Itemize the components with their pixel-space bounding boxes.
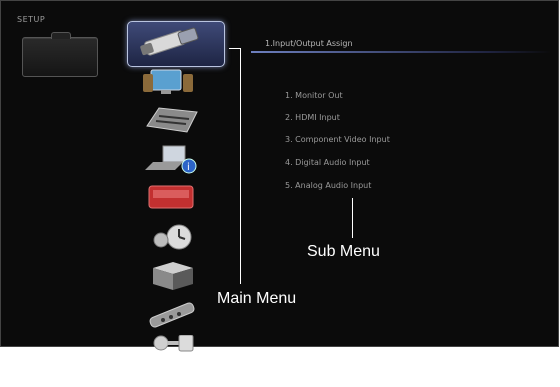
setup-label: SETUP bbox=[17, 15, 46, 24]
sub-menu-item-digital-audio-input[interactable]: 4. Digital Audio Input bbox=[285, 158, 370, 167]
sub-menu-title-underline bbox=[251, 51, 551, 53]
main-menu-item-audio[interactable] bbox=[136, 101, 208, 137]
sub-menu-callout-line bbox=[352, 198, 353, 238]
sub-menu-callout-label: Sub Menu bbox=[307, 243, 380, 260]
audio-device-icon bbox=[139, 102, 205, 136]
main-menu-item-lock[interactable] bbox=[136, 335, 208, 357]
main-menu-item-display[interactable] bbox=[136, 179, 208, 215]
sub-menu-item-monitor-out[interactable]: 1. Monitor Out bbox=[285, 91, 343, 100]
main-menu-callout-label: Main Menu bbox=[217, 290, 297, 307]
main-menu-item-network[interactable]: i bbox=[136, 141, 208, 177]
main-menu-item-input-output[interactable] bbox=[136, 25, 208, 61]
cube-box-icon bbox=[139, 258, 205, 292]
sub-menu-item-hdmi-input[interactable]: 2. HDMI Input bbox=[285, 113, 340, 122]
setup-screen: SETUP i 1.Input/Output Assign 1. Monitor… bbox=[0, 0, 559, 352]
sub-menu-item-component-video-input[interactable]: 3. Component Video Input bbox=[285, 135, 390, 144]
display-panel-icon bbox=[139, 180, 205, 214]
main-menu-item-remote[interactable] bbox=[136, 297, 208, 333]
setup-folder-icon[interactable] bbox=[22, 32, 98, 77]
svg-text:i: i bbox=[187, 162, 190, 173]
hdmi-cable-icon bbox=[139, 26, 205, 60]
sub-menu-item-analog-audio-input[interactable]: 5. Analog Audio Input bbox=[285, 181, 371, 190]
main-menu-item-timer[interactable] bbox=[136, 219, 208, 255]
remote-control-icon bbox=[139, 298, 205, 332]
timer-icon bbox=[139, 220, 205, 254]
main-menu-item-video[interactable] bbox=[136, 63, 208, 99]
video-output-icon bbox=[139, 64, 205, 98]
sub-menu-title: 1.Input/Output Assign bbox=[265, 39, 353, 48]
lock-key-icon bbox=[139, 335, 205, 357]
main-menu-item-box[interactable] bbox=[136, 257, 208, 293]
network-info-icon: i bbox=[139, 142, 205, 176]
main-menu-callout-line bbox=[240, 48, 241, 284]
